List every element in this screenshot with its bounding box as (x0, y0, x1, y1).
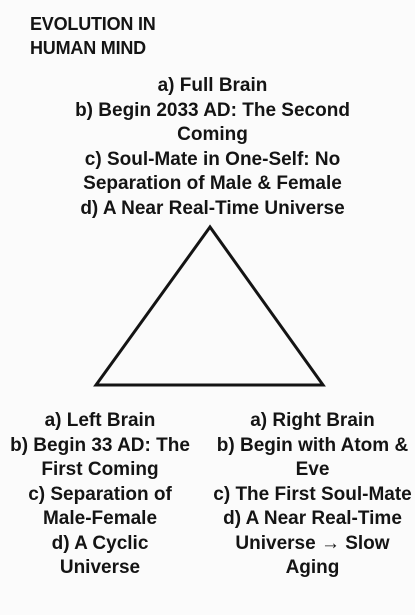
left-item: c) Separation of (28, 483, 172, 505)
right-item: Universe → Slow (235, 532, 390, 554)
left-item: Male-Female (42, 508, 158, 529)
right-item: c) The First Soul-Mate (213, 483, 412, 505)
left-item: a) Left Brain (44, 410, 156, 431)
right-item: d) A Near Real-Time (223, 508, 402, 529)
left-item: Universe (59, 557, 141, 578)
left-item: b) Begin 33 AD: The (10, 434, 190, 456)
left-item: First Coming (41, 459, 159, 480)
left-item: d) A Cyclic (51, 532, 149, 554)
bottom-left-vertex-text: a) Left Brain b) Begin 33 AD: The First … (0, 409, 200, 581)
bottom-right-vertex-text: a) Right Brain b) Begin with Atom & Eve … (210, 409, 415, 581)
right-item: Eve (295, 459, 330, 480)
right-item: a) Right Brain (250, 410, 375, 431)
triangle (93, 224, 326, 387)
right-item: Aging (285, 557, 340, 578)
right-item: b) Begin with Atom & (216, 434, 409, 456)
